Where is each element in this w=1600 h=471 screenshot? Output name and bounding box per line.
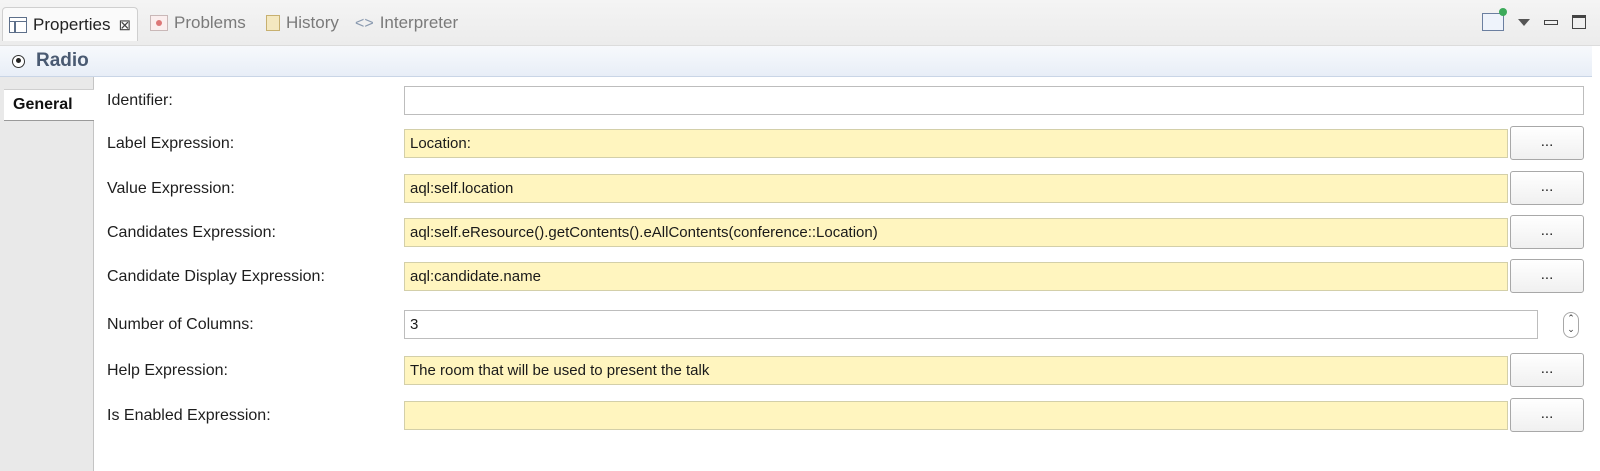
label-expression-field[interactable]: Location: xyxy=(404,129,1508,158)
is-enabled-expression-edit-button[interactable]: ... xyxy=(1510,398,1584,432)
view-actions xyxy=(1482,8,1586,34)
help-expression-label: Help Expression: xyxy=(107,362,228,379)
interpreter-icon: <> xyxy=(355,15,374,32)
minimize-icon[interactable] xyxy=(1544,16,1558,28)
candidates-expression-label: Candidates Expression: xyxy=(107,224,276,241)
is-enabled-expression-row: Is Enabled Expression: ... xyxy=(107,398,1587,432)
tab-properties-label: Properties xyxy=(33,14,111,34)
number-of-columns-field[interactable]: 3 xyxy=(404,310,1538,339)
label-expression-edit-button[interactable]: ... xyxy=(1510,126,1584,160)
identifier-field[interactable] xyxy=(404,86,1584,115)
radio-icon xyxy=(12,54,25,68)
candidates-expression-field[interactable]: aql:self.eResource().getContents().eAllC… xyxy=(404,218,1508,247)
tab-interpreter-label: Interpreter xyxy=(379,13,459,32)
is-enabled-expression-label: Is Enabled Expression: xyxy=(107,407,271,424)
label-expression-row: Label Expression: Location: ... xyxy=(107,126,1587,160)
candidate-display-expression-edit-button[interactable]: ... xyxy=(1510,259,1584,293)
tab-history[interactable]: History xyxy=(266,8,339,38)
value-expression-label: Value Expression: xyxy=(107,180,235,197)
candidate-display-expression-row: Candidate Display Expression: aql:candid… xyxy=(107,259,1587,293)
view-menu-icon[interactable] xyxy=(1518,18,1530,26)
candidate-display-expression-label: Candidate Display Expression: xyxy=(107,268,325,285)
stepper-down-icon[interactable]: ⌄ xyxy=(1564,324,1578,335)
tab-properties[interactable]: Properties ⊠ xyxy=(2,7,139,41)
number-of-columns-label: Number of Columns: xyxy=(107,316,254,333)
section-tab-strip: General xyxy=(0,77,94,471)
view-tab-bar: Properties ⊠ Problems History <> Interpr… xyxy=(0,0,1600,46)
history-icon xyxy=(266,15,280,31)
number-of-columns-stepper[interactable]: ⌃ ⌄ xyxy=(1563,312,1579,338)
pin-icon[interactable] xyxy=(1482,8,1507,31)
value-expression-row: Value Expression: aql:self.location ... xyxy=(107,171,1587,205)
help-expression-row: Help Expression: The room that will be u… xyxy=(107,353,1587,387)
tab-general[interactable]: General xyxy=(4,89,94,121)
page-title: Radio xyxy=(36,50,89,71)
number-of-columns-row: Number of Columns: 3 ⌃ ⌄ xyxy=(107,310,1587,340)
problems-icon xyxy=(150,15,168,31)
identifier-row: Identifier: xyxy=(107,86,1587,116)
properties-title-bar: Radio xyxy=(0,46,1592,77)
tab-problems-label: Problems xyxy=(174,13,246,32)
label-expression-label: Label Expression: xyxy=(107,135,235,152)
value-expression-edit-button[interactable]: ... xyxy=(1510,171,1584,205)
stepper-up-icon[interactable]: ⌃ xyxy=(1564,313,1578,324)
tab-problems[interactable]: Problems xyxy=(150,8,246,38)
help-expression-field[interactable]: The room that will be used to present th… xyxy=(404,356,1508,385)
maximize-icon[interactable] xyxy=(1572,15,1586,29)
tab-interpreter[interactable]: <> Interpreter xyxy=(355,8,458,38)
close-icon[interactable]: ⊠ xyxy=(118,16,131,34)
help-expression-edit-button[interactable]: ... xyxy=(1510,353,1584,387)
candidates-expression-edit-button[interactable]: ... xyxy=(1510,215,1584,249)
is-enabled-expression-field[interactable] xyxy=(404,401,1508,430)
properties-icon xyxy=(9,16,27,33)
candidate-display-expression-field[interactable]: aql:candidate.name xyxy=(404,262,1508,291)
candidates-expression-row: Candidates Expression: aql:self.eResourc… xyxy=(107,215,1587,249)
identifier-label: Identifier: xyxy=(107,92,173,109)
value-expression-field[interactable]: aql:self.location xyxy=(404,174,1508,203)
tab-history-label: History xyxy=(286,13,339,32)
